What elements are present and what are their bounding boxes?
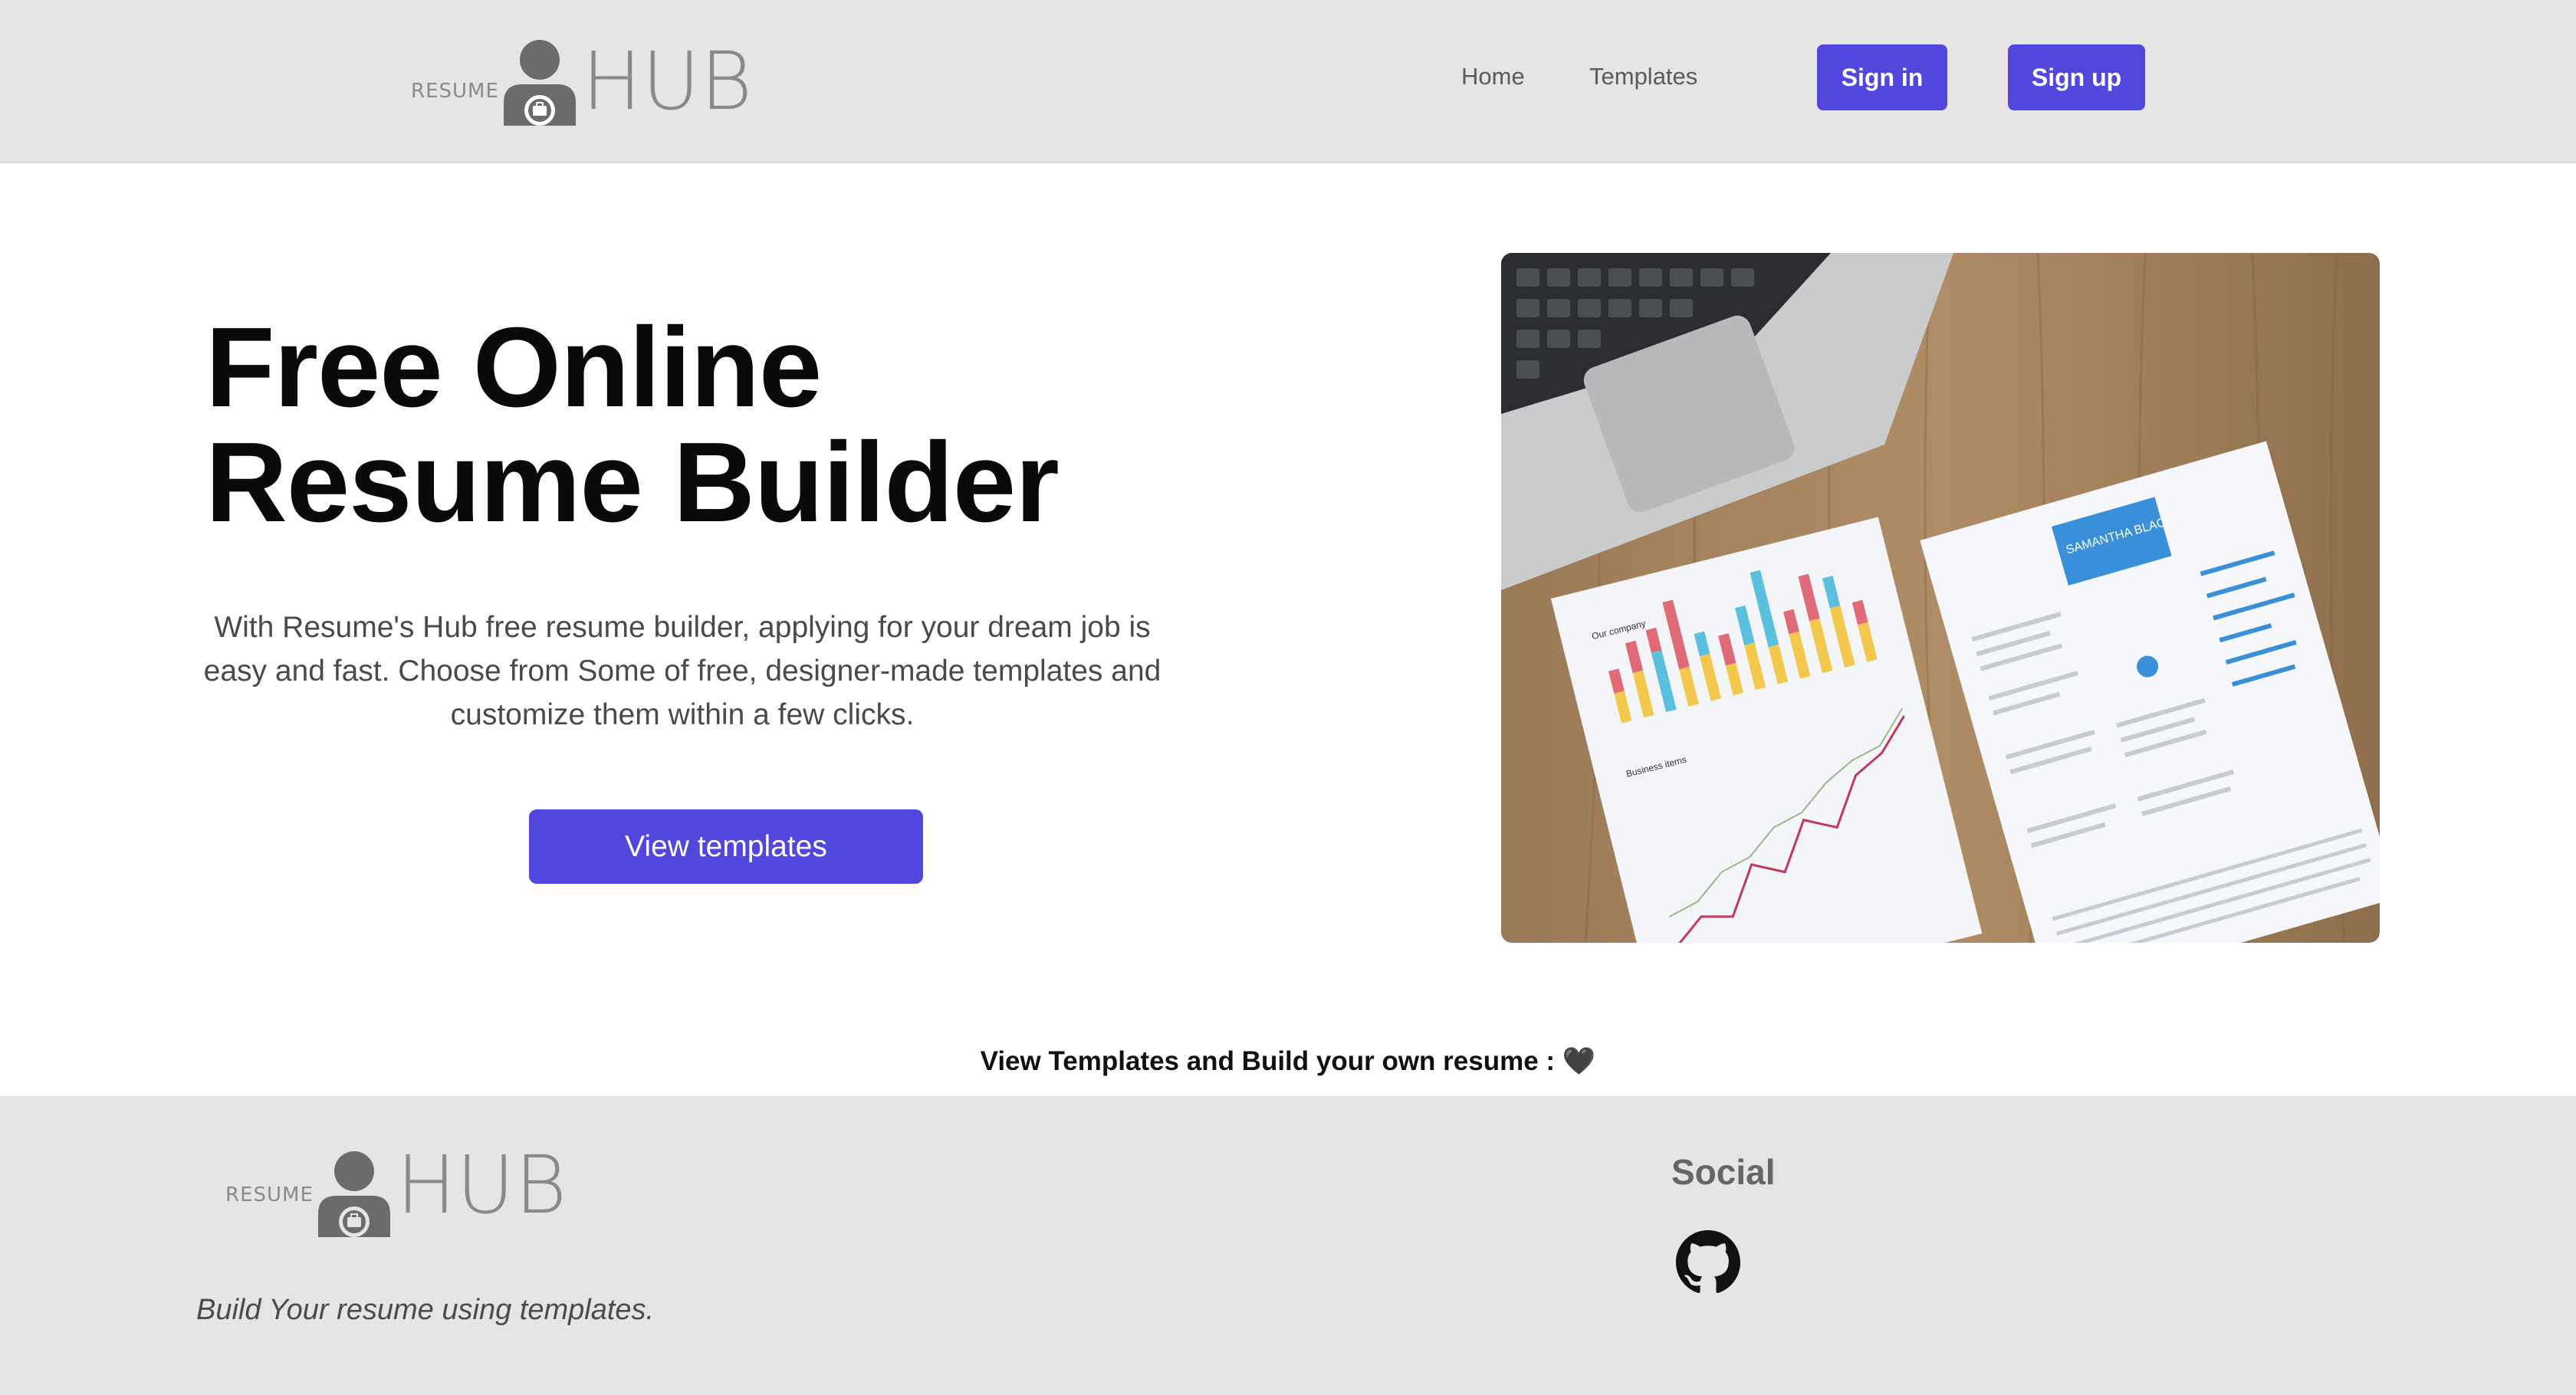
desk-resume-illustration: Our company Business items SAMANTHA BLAC… [1501, 253, 2380, 943]
view-templates-button[interactable]: View templates [529, 809, 923, 884]
site-footer: RESUME HUB Build Your resume using templ… [0, 1096, 2576, 1395]
person-briefcase-icon [317, 1151, 390, 1237]
sign-in-button[interactable]: Sign in [1817, 44, 1947, 110]
person-briefcase-icon [503, 40, 576, 126]
site-header: RESUME HUB Home Templates Sign in Sign u… [0, 0, 2576, 163]
social-heading: Social [1671, 1152, 1776, 1192]
logo-big-text: HUB [581, 34, 753, 128]
hero-description: With Resume's Hub free resume builder, a… [203, 611, 1162, 731]
footer-logo[interactable]: RESUME HUB [225, 1145, 567, 1237]
logo-small-text: RESUME [411, 80, 499, 103]
hero-image: Our company Business items SAMANTHA BLAC… [1501, 253, 2380, 943]
header-logo[interactable]: RESUME HUB [411, 34, 752, 126]
github-icon-svg [1676, 1230, 1740, 1293]
nav-templates-link[interactable]: Templates [1589, 63, 1697, 90]
logo-small-text: RESUME [225, 1183, 314, 1206]
templates-tagline: View Templates and Build your own resume… [980, 1046, 1596, 1076]
hero-title: Free Online Resume Builder [205, 304, 1060, 546]
sign-up-button[interactable]: Sign up [2008, 44, 2145, 110]
nav-home-link[interactable]: Home [1461, 63, 1525, 90]
github-icon[interactable] [1676, 1230, 1740, 1298]
logo-big-text: HUB [396, 1138, 567, 1232]
footer-tagline: Build Your resume using templates. [196, 1294, 655, 1326]
